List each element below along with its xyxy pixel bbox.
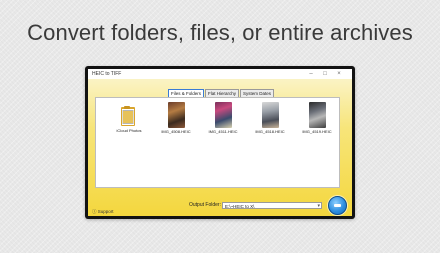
file-label: IMG_4508.HEIC [161,129,191,134]
file-item[interactable]: iCloud Photos [112,102,146,133]
file-label: iCloud Photos [116,128,142,133]
convert-button[interactable] [328,196,347,215]
file-item[interactable]: IMG_4508.HEIC [159,102,193,134]
minimize-button[interactable]: – [306,69,316,79]
chevron-down-icon[interactable]: ▾ [317,203,320,210]
file-list-panel: iCloud Photos IMG_4508.HEIC IMG_4511.HEI… [95,97,340,188]
window-title: HEIC to TIFF [92,71,122,77]
support-label: Support [97,209,114,214]
support-link[interactable]: ⓘ Support [92,209,114,215]
file-item[interactable]: IMG_4518.HEIC [253,102,287,134]
image-thumbnail-icon [308,102,326,128]
file-label: IMG_4518.HEIC [255,129,285,134]
output-folder-value: E:\~HEIC to X\ [225,204,255,209]
maximize-button[interactable]: □ [320,69,330,79]
headline: Convert folders, files, or entire archiv… [27,20,413,45]
image-thumbnail-icon [214,102,232,128]
file-item[interactable]: IMG_4519.HEIC [300,102,334,134]
image-thumbnail-icon [167,102,185,128]
folder-icon [121,105,137,127]
app-window: HEIC to TIFF – □ × Files & Folders Flat … [85,66,355,219]
convert-icon [334,204,341,207]
help-icon: ⓘ [92,209,97,214]
title-bar: HEIC to TIFF – □ × [88,69,352,79]
app-client-area: HEIC to TIFF – □ × Files & Folders Flat … [88,69,352,216]
file-label: IMG_4511.HEIC [208,129,238,134]
output-folder-label: Output Folder: [189,202,221,208]
output-folder-select[interactable]: E:\~HEIC to X\ ▾ [222,202,322,209]
close-button[interactable]: × [334,69,344,79]
file-item[interactable]: IMG_4511.HEIC [206,102,240,134]
image-thumbnail-icon [261,102,279,128]
file-label: IMG_4519.HEIC [302,129,332,134]
